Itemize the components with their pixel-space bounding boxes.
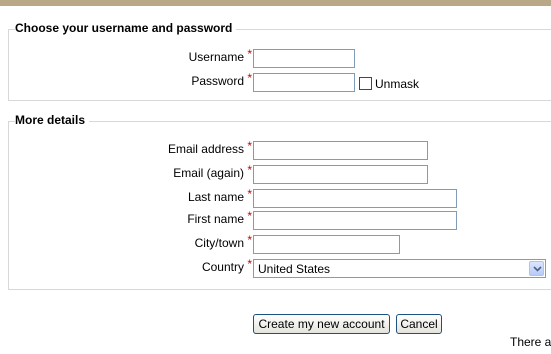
country-select[interactable]: United States: [253, 259, 546, 278]
fieldset-border-left: [8, 121, 9, 289]
unmask-checkbox[interactable]: [359, 77, 372, 90]
chevron-down-icon: [533, 266, 542, 272]
password-input[interactable]: [253, 73, 355, 92]
username-input[interactable]: [253, 49, 355, 68]
required-marker: *: [247, 163, 252, 177]
city-input[interactable]: [253, 235, 400, 254]
fieldset-border-left: [8, 29, 9, 100]
top-border: [0, 0, 551, 6]
trailing-text: There a: [510, 335, 551, 349]
dropdown-arrow-button[interactable]: [529, 261, 544, 276]
first-name-label: First name *: [187, 209, 252, 226]
password-label: Password *: [191, 71, 252, 88]
email-label: Email address *: [167, 139, 252, 156]
country-label: Country *: [201, 257, 252, 274]
required-marker: *: [247, 47, 252, 61]
email-again-input[interactable]: [253, 165, 428, 184]
city-label: City/town *: [194, 233, 252, 250]
username-label: Username *: [188, 47, 252, 64]
required-marker: *: [247, 257, 252, 271]
first-name-input[interactable]: [253, 211, 457, 230]
last-name-label: Last name *: [187, 187, 252, 204]
required-marker: *: [247, 71, 252, 85]
fieldset-border-bottom: [8, 100, 551, 101]
cancel-button[interactable]: Cancel: [396, 314, 442, 334]
unmask-label: Unmask: [375, 77, 420, 91]
required-marker: *: [247, 187, 252, 201]
fieldset-border-bottom: [8, 289, 551, 290]
email-again-label: Email (again) *: [173, 163, 252, 180]
create-account-button[interactable]: Create my new account: [253, 314, 390, 334]
section-legend-account: Choose your username and password: [15, 21, 237, 35]
required-marker: *: [247, 139, 252, 153]
last-name-input[interactable]: [253, 189, 457, 208]
fieldset-border-top: [8, 121, 551, 122]
required-marker: *: [247, 209, 252, 223]
required-marker: *: [247, 233, 252, 247]
country-selected-value: United States: [258, 262, 331, 276]
section-legend-details: More details: [15, 113, 90, 127]
email-input[interactable]: [253, 141, 428, 160]
